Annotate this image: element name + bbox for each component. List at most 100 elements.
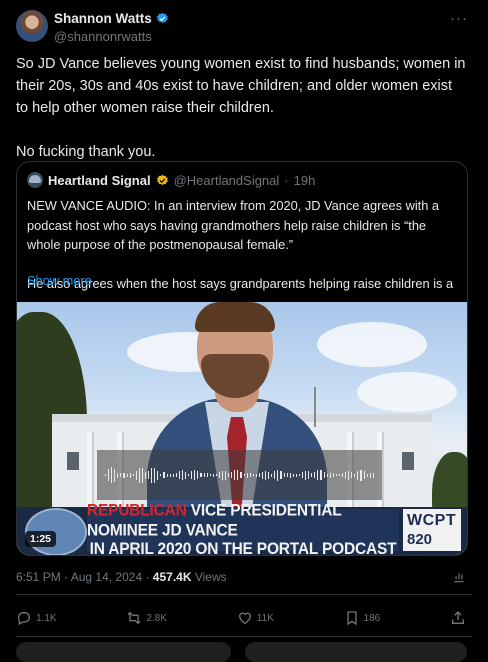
- waveform-bar: [252, 474, 254, 476]
- reply-count: 1.1K: [36, 612, 57, 624]
- waveform-bar: [271, 473, 273, 477]
- share-icon: [451, 611, 464, 624]
- author-name-row[interactable]: Shannon Watts: [54, 11, 169, 26]
- author-avatar[interactable]: [16, 10, 48, 42]
- waveform-bar: [138, 467, 140, 483]
- divider-bottom: [16, 636, 472, 637]
- waveform-bar: [292, 473, 294, 477]
- post-time[interactable]: 6:51 PM: [16, 570, 61, 584]
- waveform-bar: [332, 473, 334, 477]
- waveform-bar: [261, 471, 264, 479]
- station-call-sign: WCPT: [407, 512, 457, 529]
- waveform-bar: [160, 474, 162, 476]
- author-block: Shannon Watts @shannonrwatts: [54, 11, 169, 44]
- waveform-bar: [265, 470, 267, 480]
- author-handle[interactable]: @shannonrwatts: [54, 29, 169, 44]
- video-player[interactable]: 1:25 REPUBLICAN VICE PRESIDENTIAL NOMINE…: [17, 302, 467, 555]
- bookmark-button[interactable]: 186: [344, 610, 380, 626]
- caption-party: REPUBLICAN: [87, 501, 187, 520]
- waveform-bar: [148, 471, 150, 479]
- post-text: So JD Vance believes young women exist t…: [16, 56, 466, 160]
- waveform-bar: [215, 474, 217, 476]
- waveform-bar: [363, 471, 365, 479]
- waveform-bar: [354, 473, 356, 477]
- waveform-bar: [178, 471, 180, 479]
- views-label: Views: [191, 570, 227, 584]
- waveform-bar: [228, 473, 230, 477]
- caption-line-1: REPUBLICAN VICE PRESIDENTIAL NOMINEE JD …: [87, 501, 399, 541]
- caption-line-2: IN APRIL 2020 ON THE PORTAL PODCAST: [89, 540, 397, 555]
- waveform-bar: [129, 472, 131, 478]
- waveform-bar: [221, 470, 224, 480]
- waveform-bar: [243, 474, 245, 476]
- waveform-bar: [194, 470, 196, 480]
- more-horizontal-icon[interactable]: ···: [450, 10, 468, 27]
- waveform-bar: [234, 470, 236, 480]
- quoted-post-time[interactable]: 19h: [294, 173, 316, 188]
- waveform-bar: [191, 471, 193, 479]
- waveform-bar: [305, 470, 307, 480]
- author-name[interactable]: Shannon Watts: [54, 11, 152, 26]
- bookmark-icon: [346, 611, 357, 626]
- verified-org-badge-icon: [156, 174, 168, 185]
- waveform-bar: [298, 474, 300, 476]
- waveform-bar: [240, 472, 242, 478]
- waveform-bar: [231, 472, 233, 478]
- waveform-bar: [169, 473, 171, 477]
- waveform-bar: [185, 471, 187, 479]
- waveform-bar: [166, 473, 168, 477]
- person-hair: [195, 302, 275, 332]
- waveform-bar: [369, 472, 371, 478]
- heart-icon: [238, 612, 251, 625]
- audio-waveform: [97, 450, 382, 500]
- waveform-bar: [280, 471, 282, 479]
- waveform-bar: [314, 472, 316, 478]
- meta-separator: ·: [142, 570, 153, 584]
- reply-icon: [17, 612, 30, 626]
- waveform-bar: [348, 470, 350, 480]
- quoted-post-text: NEW VANCE AUDIO: In an interview from 20…: [27, 198, 454, 311]
- show-more-link[interactable]: Show more: [27, 273, 92, 288]
- waveform-bar: [203, 473, 205, 477]
- waveform-bar: [206, 473, 208, 477]
- waveform-bar: [225, 470, 227, 480]
- waveform-bar: [357, 470, 359, 480]
- waveform-bar: [105, 474, 107, 476]
- verified-badge-icon: [156, 12, 168, 24]
- building-window: [402, 452, 414, 470]
- waveform-bar: [360, 469, 362, 481]
- quoted-post[interactable]: Heartland Signal @HeartlandSignal · 19h …: [16, 161, 468, 556]
- analytics-icon[interactable]: [452, 570, 466, 584]
- quoted-author-handle[interactable]: @HeartlandSignal: [174, 173, 280, 188]
- waveform-bar: [323, 472, 325, 478]
- lower-third-caption: REPUBLICAN VICE PRESIDENTIAL NOMINEE JD …: [87, 502, 399, 555]
- waveform-bar: [237, 470, 239, 480]
- like-button[interactable]: 11K: [237, 610, 274, 626]
- waveform-bar: [108, 469, 110, 481]
- waveform-bar: [141, 467, 144, 483]
- station-frequency: 820: [407, 531, 433, 548]
- share-button[interactable]: [450, 610, 466, 626]
- waveform-bar: [188, 474, 190, 476]
- reply-composer-pill-left[interactable]: [16, 642, 231, 662]
- waveform-bar: [283, 473, 285, 477]
- waveform-bar: [338, 474, 341, 476]
- like-count: 11K: [256, 612, 274, 624]
- waveform-bar: [351, 472, 353, 478]
- waveform-bar: [120, 473, 122, 477]
- waveform-bar: [212, 473, 214, 477]
- waveform-bar: [317, 470, 319, 480]
- quoted-author-name[interactable]: Heartland Signal: [48, 173, 151, 188]
- dot-separator: ·: [284, 172, 289, 188]
- reply-composer-pill-right[interactable]: [245, 642, 467, 662]
- waveform-bar: [123, 472, 125, 478]
- post-date[interactable]: Aug 14, 2024: [71, 570, 142, 584]
- waveform-bar: [246, 472, 248, 478]
- waveform-bar: [151, 467, 153, 483]
- waveform-bar: [311, 473, 313, 477]
- reply-button[interactable]: 1.1K: [16, 610, 57, 626]
- views-count: 457.4K: [152, 570, 192, 584]
- repost-button[interactable]: 2.8K: [126, 610, 167, 626]
- waveform-bar: [302, 472, 304, 478]
- quoted-author-avatar[interactable]: [27, 172, 43, 188]
